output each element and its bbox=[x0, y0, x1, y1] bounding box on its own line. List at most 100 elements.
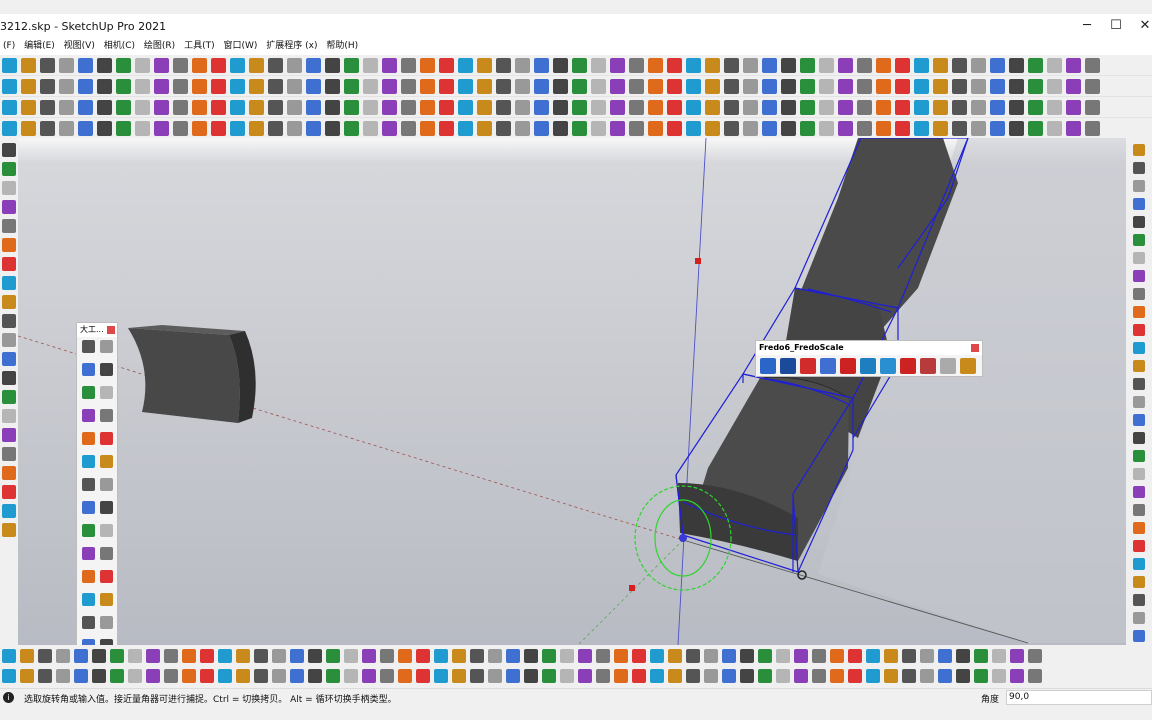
toolbar-tool-icon[interactable] bbox=[211, 79, 226, 94]
bottom-tool-icon[interactable] bbox=[560, 669, 574, 683]
toolbar-tool-icon[interactable] bbox=[1009, 121, 1024, 136]
panel-tool-icon[interactable] bbox=[82, 639, 95, 645]
toolbar-tool-icon[interactable] bbox=[572, 121, 587, 136]
bottom-tool-icon[interactable] bbox=[38, 669, 52, 683]
bottom-tool-icon[interactable] bbox=[470, 649, 484, 663]
panel-tool-icon[interactable] bbox=[100, 616, 113, 629]
tapering-icon[interactable] bbox=[780, 358, 796, 374]
toolbar-tool-icon[interactable] bbox=[21, 100, 36, 115]
fredoscale-panel-close-icon[interactable] bbox=[971, 344, 979, 352]
toolbar-tool-icon[interactable] bbox=[591, 121, 606, 136]
toolbar-tool-icon[interactable] bbox=[705, 100, 720, 115]
toolbar-tool-icon[interactable] bbox=[439, 79, 454, 94]
toolbar-tool-icon[interactable] bbox=[59, 58, 74, 73]
toolbar-tool-icon[interactable] bbox=[914, 121, 929, 136]
bottom-tool-icon[interactable] bbox=[326, 669, 340, 683]
right-tool-icon[interactable] bbox=[1133, 288, 1145, 300]
left-tool-icon[interactable] bbox=[2, 504, 16, 518]
toolbar-tool-icon[interactable] bbox=[78, 121, 93, 136]
toolbar-tool-icon[interactable] bbox=[268, 121, 283, 136]
panel-tool-icon[interactable] bbox=[100, 639, 113, 645]
panel-tool-icon[interactable] bbox=[82, 478, 95, 491]
right-tool-icon[interactable] bbox=[1133, 504, 1145, 516]
menu-help[interactable]: 帮助(H) bbox=[326, 38, 358, 55]
right-tool-icon[interactable] bbox=[1133, 144, 1145, 156]
toolbar-tool-icon[interactable] bbox=[534, 58, 549, 73]
right-tool-icon[interactable] bbox=[1133, 252, 1145, 264]
bottom-tool-icon[interactable] bbox=[308, 669, 322, 683]
settings-icon[interactable] bbox=[960, 358, 976, 374]
right-tool-icon[interactable] bbox=[1133, 162, 1145, 174]
measurements-input[interactable]: 90,0 bbox=[1006, 690, 1152, 705]
toolbar-tool-icon[interactable] bbox=[306, 58, 321, 73]
toolbar-tool-icon[interactable] bbox=[21, 58, 36, 73]
toolbar-tool-icon[interactable] bbox=[2, 79, 17, 94]
toolbar-tool-icon[interactable] bbox=[876, 58, 891, 73]
bottom-tool-icon[interactable] bbox=[92, 649, 106, 663]
toolbar-tool-icon[interactable] bbox=[325, 121, 340, 136]
twist-icon[interactable] bbox=[840, 358, 856, 374]
toolbar-tool-icon[interactable] bbox=[1066, 100, 1081, 115]
bottom-tool-icon[interactable] bbox=[92, 669, 106, 683]
bottom-tool-icon[interactable] bbox=[920, 669, 934, 683]
bottom-tool-icon[interactable] bbox=[110, 649, 124, 663]
bottom-tool-icon[interactable] bbox=[20, 669, 34, 683]
toolbar-tool-icon[interactable] bbox=[192, 121, 207, 136]
toolbar-tool-icon[interactable] bbox=[781, 100, 796, 115]
panel-tool-icon[interactable] bbox=[82, 547, 95, 560]
toolbar-tool-icon[interactable] bbox=[306, 79, 321, 94]
left-tool-icon[interactable] bbox=[2, 428, 16, 442]
toolbar-tool-icon[interactable] bbox=[249, 121, 264, 136]
toolbar-tool-icon[interactable] bbox=[420, 58, 435, 73]
toolbar-tool-icon[interactable] bbox=[40, 100, 55, 115]
toolbar-tool-icon[interactable] bbox=[857, 100, 872, 115]
toolbar-tool-icon[interactable] bbox=[78, 100, 93, 115]
toolbar-tool-icon[interactable] bbox=[1047, 100, 1062, 115]
toolbar-tool-icon[interactable] bbox=[477, 100, 492, 115]
toolbar-tool-icon[interactable] bbox=[21, 79, 36, 94]
bottom-tool-icon[interactable] bbox=[902, 649, 916, 663]
bottom-tool-icon[interactable] bbox=[434, 669, 448, 683]
toolbar-tool-icon[interactable] bbox=[534, 100, 549, 115]
bottom-tool-icon[interactable] bbox=[344, 649, 358, 663]
bottom-tool-icon[interactable] bbox=[830, 669, 844, 683]
panel-tool-icon[interactable] bbox=[82, 363, 95, 376]
toolbar-tool-icon[interactable] bbox=[249, 79, 264, 94]
toolbar-tool-icon[interactable] bbox=[800, 121, 815, 136]
bottom-tool-icon[interactable] bbox=[218, 669, 232, 683]
close-button[interactable]: ✕ bbox=[1130, 17, 1152, 35]
bottom-tool-icon[interactable] bbox=[956, 649, 970, 663]
panel-tool-icon[interactable] bbox=[100, 363, 113, 376]
bottom-tool-icon[interactable] bbox=[1010, 669, 1024, 683]
toolbar-tool-icon[interactable] bbox=[952, 100, 967, 115]
toolbar-tool-icon[interactable] bbox=[477, 58, 492, 73]
toolbar-tool-icon[interactable] bbox=[762, 121, 777, 136]
bottom-tool-icon[interactable] bbox=[128, 669, 142, 683]
toolbar-tool-icon[interactable] bbox=[895, 58, 910, 73]
toolbar-tool-icon[interactable] bbox=[800, 58, 815, 73]
toolbar-tool-icon[interactable] bbox=[572, 58, 587, 73]
toolbar-tool-icon[interactable] bbox=[667, 58, 682, 73]
toolbar-tool-icon[interactable] bbox=[382, 100, 397, 115]
toolbar-tool-icon[interactable] bbox=[724, 58, 739, 73]
bottom-tool-icon[interactable] bbox=[884, 669, 898, 683]
bottom-tool-icon[interactable] bbox=[218, 649, 232, 663]
toolbar-tool-icon[interactable] bbox=[553, 58, 568, 73]
toolbar-tool-icon[interactable] bbox=[97, 121, 112, 136]
toolbar-tool-icon[interactable] bbox=[667, 100, 682, 115]
bottom-tool-icon[interactable] bbox=[470, 669, 484, 683]
toolbar-tool-icon[interactable] bbox=[192, 58, 207, 73]
menu-edit[interactable]: 编辑(E) bbox=[24, 38, 55, 55]
scene-svg[interactable] bbox=[18, 138, 1126, 645]
toolbar-tool-icon[interactable] bbox=[971, 58, 986, 73]
panel-tool-icon[interactable] bbox=[82, 593, 95, 606]
toolbar-tool-icon[interactable] bbox=[401, 100, 416, 115]
menu-draw[interactable]: 绘图(R) bbox=[144, 38, 175, 55]
toolbar-tool-icon[interactable] bbox=[344, 79, 359, 94]
right-tool-icon[interactable] bbox=[1133, 270, 1145, 282]
bottom-tool-icon[interactable] bbox=[146, 649, 160, 663]
panel-tool-icon[interactable] bbox=[82, 409, 95, 422]
toolbar-tool-icon[interactable] bbox=[230, 100, 245, 115]
toolbar-tool-icon[interactable] bbox=[895, 100, 910, 115]
right-tool-icon[interactable] bbox=[1133, 342, 1145, 354]
